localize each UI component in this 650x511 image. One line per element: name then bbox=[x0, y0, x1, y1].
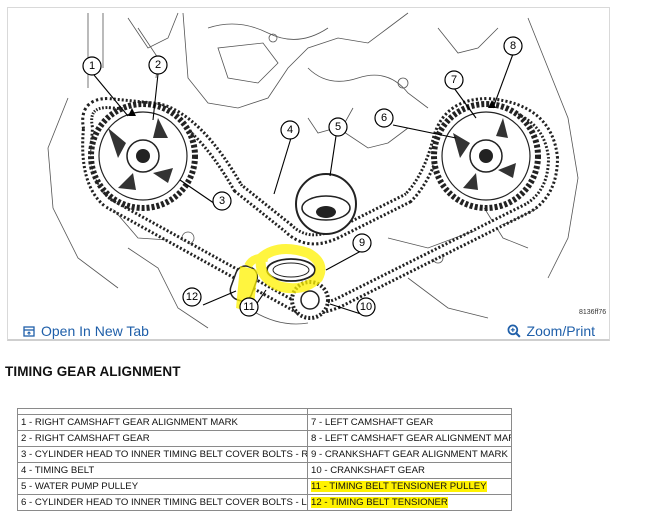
callout-label-8: 8 bbox=[510, 40, 516, 52]
figure-frame: 1 2 3 4 5 6 7 8 9 10 11 12 8136ff76 Open… bbox=[7, 7, 610, 341]
legend-row: 6 - CYLINDER HEAD TO INNER TIMING BELT C… bbox=[17, 494, 512, 511]
callout-label-12: 12 bbox=[186, 291, 198, 303]
open-in-new-tab-link[interactable]: Open In New Tab bbox=[23, 323, 149, 339]
legend-cell: 7 - LEFT CAMSHAFT GEAR bbox=[307, 414, 512, 431]
legend-cell: 9 - CRANKSHAFT GEAR ALIGNMENT MARK bbox=[307, 446, 512, 463]
legend-row: 4 - TIMING BELT 10 - CRANKSHAFT GEAR bbox=[17, 462, 512, 479]
legend-cell: 8 - LEFT CAMSHAFT GEAR ALIGNMENT MARK bbox=[307, 430, 512, 447]
legend-cell-highlighted: 11 - TIMING BELT TENSIONER PULLEY bbox=[307, 478, 512, 495]
callout-label-7: 7 bbox=[451, 74, 457, 86]
legend-cell: 3 - CYLINDER HEAD TO INNER TIMING BELT C… bbox=[17, 446, 308, 463]
zoom-print-label: Zoom/Print bbox=[526, 323, 595, 339]
external-link-icon bbox=[23, 326, 35, 337]
legend-row: 2 - RIGHT CAMSHAFT GEAR 8 - LEFT CAMSHAF… bbox=[17, 430, 512, 447]
magnifier-icon bbox=[507, 324, 521, 338]
legend-table: 1 - RIGHT CAMSHAFT GEAR ALIGNMENT MARK 7… bbox=[17, 408, 512, 511]
right-camshaft-gear bbox=[88, 101, 198, 211]
legend-row: 1 - RIGHT CAMSHAFT GEAR ALIGNMENT MARK 7… bbox=[17, 414, 512, 431]
figure-id: 8136ff76 bbox=[579, 309, 606, 316]
callout-label-9: 9 bbox=[359, 237, 365, 249]
timing-belt-diagram: 1 2 3 4 5 6 7 8 9 10 11 12 8136ff76 bbox=[47, 12, 606, 329]
highlighter-mark: 11 - TIMING BELT TENSIONER PULLEY bbox=[311, 481, 487, 492]
legend-cell: 10 - CRANKSHAFT GEAR bbox=[307, 462, 512, 479]
callout-label-10: 10 bbox=[360, 301, 372, 313]
callout-label-11: 11 bbox=[243, 301, 254, 313]
zoom-print-link[interactable]: Zoom/Print bbox=[507, 323, 595, 339]
open-in-new-tab-label: Open In New Tab bbox=[41, 323, 149, 339]
highlighter-mark: 12 - TIMING BELT TENSIONER bbox=[311, 497, 448, 508]
callout-label-1: 1 bbox=[89, 60, 95, 72]
legend-cell-highlighted: 12 - TIMING BELT TENSIONER bbox=[307, 494, 512, 511]
callout-label-5: 5 bbox=[335, 121, 341, 133]
legend-row: 3 - CYLINDER HEAD TO INNER TIMING BELT C… bbox=[17, 446, 512, 463]
water-pump-pulley bbox=[295, 173, 357, 235]
callout-label-6: 6 bbox=[381, 112, 387, 124]
legend-cell: 5 - WATER PUMP PULLEY bbox=[17, 478, 308, 495]
callout-label-3: 3 bbox=[219, 195, 225, 207]
legend-cell: 6 - CYLINDER HEAD TO INNER TIMING BELT C… bbox=[17, 494, 308, 511]
callout-label-4: 4 bbox=[287, 124, 293, 136]
legend-cell: 2 - RIGHT CAMSHAFT GEAR bbox=[17, 430, 308, 447]
section-title: TIMING GEAR ALIGNMENT bbox=[5, 364, 181, 379]
callout-label-2: 2 bbox=[155, 59, 161, 71]
legend-row: 5 - WATER PUMP PULLEY 11 - TIMING BELT T… bbox=[17, 478, 512, 495]
legend-cell: 4 - TIMING BELT bbox=[17, 462, 308, 479]
legend-cell: 1 - RIGHT CAMSHAFT GEAR ALIGNMENT MARK bbox=[17, 414, 308, 431]
